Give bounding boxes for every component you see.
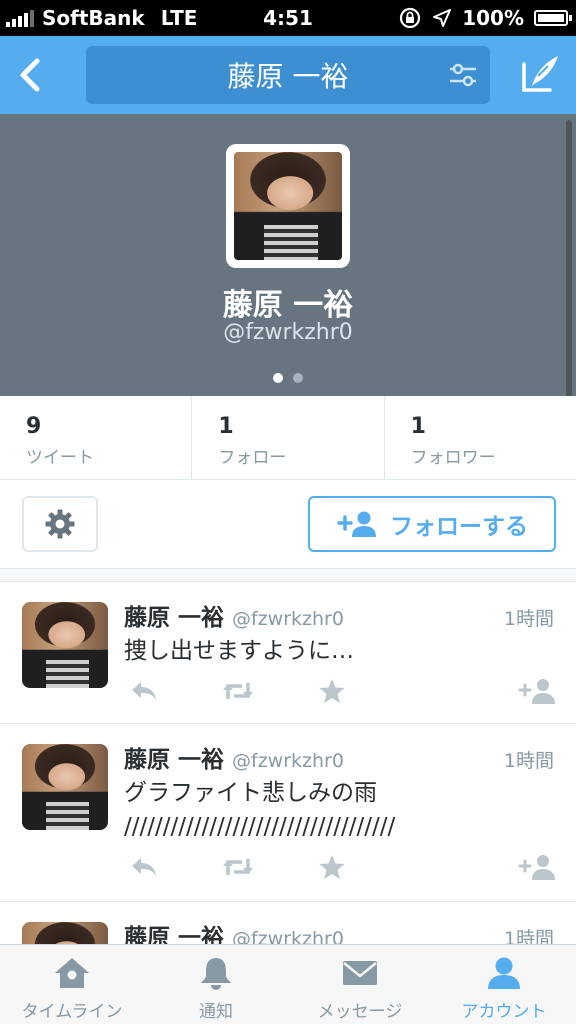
stat-count: 1	[218, 414, 234, 439]
profile-actions: フォローする	[0, 480, 576, 572]
tab-notifications[interactable]: 通知	[144, 945, 288, 1024]
avatar-photo	[22, 602, 108, 688]
battery-percent: 100%	[462, 6, 524, 30]
favorite-button[interactable]	[312, 852, 352, 882]
tweet-author-name[interactable]: 藤原 一裕	[124, 740, 224, 774]
tweet-text: 捜し出せますように…	[124, 638, 354, 664]
battery-icon	[534, 10, 572, 26]
page-dot-1[interactable]	[273, 373, 283, 383]
envelope-icon	[343, 961, 377, 985]
rotation-lock-icon	[400, 7, 421, 29]
retweet-icon	[223, 859, 253, 875]
tweet-author-name[interactable]: 藤原 一裕	[124, 918, 224, 944]
reply-icon	[132, 858, 156, 876]
retweet-button[interactable]	[218, 676, 258, 706]
add-user-icon	[518, 679, 555, 704]
follow-author-button[interactable]	[518, 852, 558, 882]
back-button[interactable]	[10, 50, 50, 100]
profile-avatar[interactable]	[226, 144, 350, 268]
tab-timeline[interactable]: タイムライン	[0, 945, 144, 1024]
status-bar: SoftBank LTE 4:51 100%	[0, 0, 576, 36]
settings-button[interactable]	[22, 496, 98, 552]
tab-label: メッセージ	[317, 1002, 403, 1022]
star-icon	[319, 855, 345, 879]
page-indicator[interactable]	[0, 373, 576, 383]
stat-label: ツイート	[26, 448, 94, 468]
profile-handle: @fzwrkzhr0	[223, 320, 353, 345]
tweet-item[interactable]: 藤原 一裕 @fzwrkzhr0 1時間 捜し出せますように…	[0, 582, 576, 724]
nav-title: 藤原 一裕	[227, 60, 349, 93]
signal-strength-icon	[6, 9, 34, 27]
reply-button[interactable]	[124, 852, 164, 882]
tab-bar: タイムライン 通知 メッセージ アカウント	[0, 944, 576, 1024]
tweet-author-handle: @fzwrkzhr0	[232, 750, 344, 772]
stat-count: 9	[26, 414, 42, 439]
tweet-header: 藤原 一裕 @fzwrkzhr0 1時間	[124, 598, 554, 632]
tweet-avatar[interactable]	[22, 744, 108, 830]
stat-count: 1	[410, 414, 426, 439]
tweet-item[interactable]: 藤原 一裕 @fzwrkzhr0 1時間	[0, 902, 576, 944]
sliders-icon[interactable]	[448, 62, 478, 88]
profile-name: 藤原 一裕	[222, 288, 354, 323]
status-right-group: 100%	[398, 0, 572, 36]
gear-icon	[45, 509, 75, 539]
tweet-time: 1時間	[503, 608, 554, 630]
tab-label: 通知	[199, 1002, 233, 1022]
tweet-list: 藤原 一裕 @fzwrkzhr0 1時間 捜し出せますように… 藤原 一裕 @f…	[0, 582, 576, 944]
network-type: LTE	[160, 6, 198, 30]
retweet-button[interactable]	[218, 852, 258, 882]
follow-button[interactable]: フォローする	[308, 496, 556, 552]
stat-tweets[interactable]: 9 ツイート	[0, 396, 193, 479]
tweet-header: 藤原 一裕 @fzwrkzhr0 1時間	[124, 740, 554, 774]
home-icon	[55, 958, 89, 988]
tweet-header: 藤原 一裕 @fzwrkzhr0 1時間	[124, 918, 554, 944]
add-user-icon	[337, 511, 376, 537]
tweet-text: グラファイト悲しみの雨 ////////////////////////////…	[124, 780, 396, 840]
retweet-icon	[223, 683, 253, 699]
star-icon	[319, 679, 345, 703]
stat-followers[interactable]: 1 フォロワー	[385, 396, 576, 479]
add-user-icon	[518, 855, 555, 880]
avatar-photo	[22, 744, 108, 830]
chevron-left-icon	[20, 58, 40, 92]
tab-label: タイムライン	[21, 1002, 123, 1022]
follow-label: フォローする	[390, 514, 528, 540]
follow-author-button[interactable]	[518, 676, 558, 706]
navigation-bar: 藤原 一裕	[0, 36, 576, 114]
avatar-photo	[234, 152, 342, 260]
reply-icon	[132, 682, 156, 700]
carrier-name: SoftBank	[42, 6, 145, 30]
account-switcher[interactable]: 藤原 一裕	[86, 46, 490, 104]
bell-icon	[201, 958, 231, 990]
tab-account[interactable]: アカウント	[432, 945, 576, 1024]
tweet-actions	[124, 676, 558, 706]
stat-label: フォロー	[218, 448, 287, 468]
tweet-avatar[interactable]	[22, 922, 108, 944]
tweet-time: 1時間	[503, 928, 554, 944]
tweet-actions	[124, 852, 558, 882]
reply-button[interactable]	[124, 676, 164, 706]
location-arrow-icon	[433, 9, 452, 27]
person-icon	[488, 957, 520, 989]
stat-following[interactable]: 1 フォロー	[192, 396, 385, 479]
tab-messages[interactable]: メッセージ	[288, 945, 432, 1024]
tab-label: アカウント	[461, 1002, 547, 1022]
tweet-author-handle: @fzwrkzhr0	[232, 928, 344, 944]
tweet-avatar[interactable]	[22, 602, 108, 688]
tweet-time: 1時間	[503, 750, 554, 772]
tweet-author-name[interactable]: 藤原 一裕	[124, 598, 224, 632]
section-divider	[0, 568, 576, 582]
profile-stats: 9 ツイート 1 フォロー 1 フォロワー	[0, 396, 576, 480]
avatar-photo	[22, 922, 108, 944]
profile-header[interactable]: 藤原 一裕 @fzwrkzhr0	[0, 114, 576, 396]
tweet-item[interactable]: 藤原 一裕 @fzwrkzhr0 1時間 グラファイト悲しみの雨 ///////…	[0, 724, 576, 902]
stat-label: フォロワー	[410, 448, 496, 468]
tweet-author-handle: @fzwrkzhr0	[232, 608, 344, 630]
favorite-button[interactable]	[312, 676, 352, 706]
compose-tweet-button[interactable]	[518, 52, 562, 96]
page-dot-2[interactable]	[293, 373, 303, 383]
